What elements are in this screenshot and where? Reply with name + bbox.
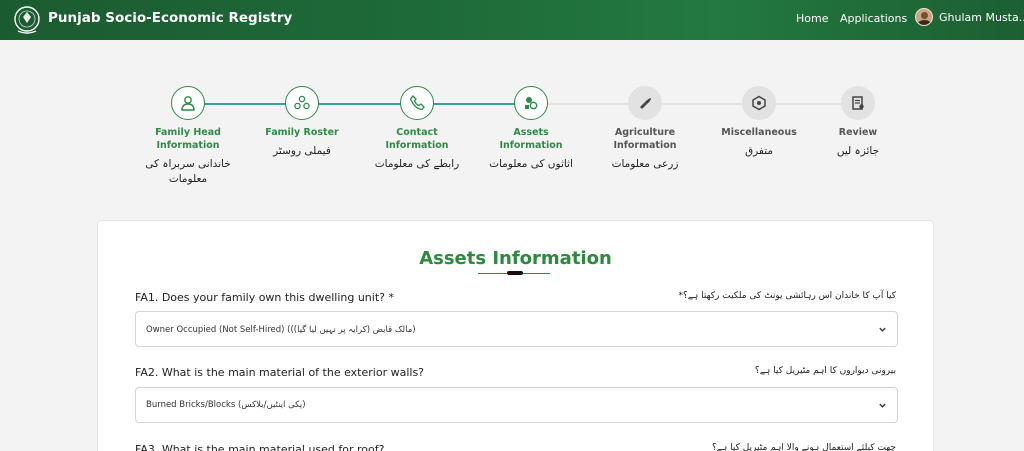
user-menu[interactable]: Ghulam Musta... xyxy=(915,8,1024,26)
question-fa3-urdu-label: چھت کیلئے استعمال ہونے والا اہم مٹیریل ک… xyxy=(711,443,896,451)
step-review[interactable]: Review جائزہ لیں xyxy=(798,86,918,159)
punjab-logo-icon[interactable] xyxy=(10,4,44,36)
question-fa3-label: FA3. What is the main material used for … xyxy=(135,443,385,451)
chevron-down-icon xyxy=(879,403,886,408)
step-label-urdu: رابطے کی معلومات xyxy=(374,158,460,170)
miscellaneous-icon xyxy=(752,95,766,111)
question-fa2-urdu-label: بیرونی دیواروں کا اہم مٹیریل کیا ہے؟ xyxy=(754,366,896,376)
step-family-head[interactable]: Family Head Information خاندانی سربراہ ک… xyxy=(128,86,248,187)
step-label: Review xyxy=(838,127,878,138)
step-label-urdu: زرعی معلومات xyxy=(611,158,679,170)
step-label: Contact Information xyxy=(385,127,449,151)
top-header: Punjab Socio-Economic Registry Home Appl… xyxy=(0,0,1024,40)
family-head-icon xyxy=(181,96,195,111)
form-title: Assets Information xyxy=(419,248,612,269)
title-underline-mark xyxy=(507,271,523,275)
step-label-urdu: اثاثوں کی معلومات xyxy=(489,158,573,170)
nav-applications-link[interactable]: Applications xyxy=(840,12,907,25)
user-name: Ghulam Musta... xyxy=(939,10,1024,24)
step-agriculture-information[interactable]: Agriculture Information زرعی معلومات xyxy=(585,86,705,172)
chevron-down-icon xyxy=(879,327,886,332)
nav-home-link[interactable]: Home xyxy=(796,12,828,25)
step-circle xyxy=(285,86,319,120)
agriculture-icon xyxy=(640,98,651,109)
step-contact-information[interactable]: Contact Information رابطے کی معلومات xyxy=(357,86,477,172)
fa1-dwelling-ownership-select[interactable]: Owner Occupied (Not Self-Hired) ((مالک ق… xyxy=(135,311,898,347)
select-value: Burned Bricks/Blocks (پکی اینٹیں/بلاکس) xyxy=(146,400,306,410)
phone-icon xyxy=(409,95,425,111)
step-label-urdu: خاندانی سربراہ کی معلومات xyxy=(145,158,231,185)
family-roster-icon xyxy=(294,95,310,110)
step-circle xyxy=(400,86,434,120)
question-fa1-label: FA1. Does your family own this dwelling … xyxy=(135,291,394,304)
assets-form-card: Assets Information FA1. Does your family… xyxy=(97,220,934,451)
progress-stepper: Family Head Information خاندانی سربراہ ک… xyxy=(0,86,1024,196)
step-circle xyxy=(742,86,776,120)
question-fa2-label: FA2. What is the main material of the ex… xyxy=(135,366,425,379)
question-fa1-urdu-label: کیا آپ کا خاندان اس رہائشی یونٹ کی ملکیت… xyxy=(678,291,896,301)
step-label: Family Head Information xyxy=(155,127,221,151)
assets-icon xyxy=(525,97,538,110)
avatar xyxy=(915,8,933,26)
fa2-exterior-walls-select[interactable]: Burned Bricks/Blocks (پکی اینٹیں/بلاکس) xyxy=(135,387,898,423)
step-label-urdu: فیملی روسٹر xyxy=(273,145,331,157)
step-circle xyxy=(514,86,548,120)
step-label: Agriculture Information xyxy=(613,127,677,151)
step-label: Assets Information xyxy=(499,127,563,151)
select-value: Owner Occupied (Not Self-Hired) ((مالک ق… xyxy=(146,324,416,335)
step-assets-information[interactable]: Assets Information اثاثوں کی معلومات xyxy=(471,86,591,172)
review-icon xyxy=(852,96,864,110)
step-circle xyxy=(628,86,662,120)
step-label-urdu: جائزہ لیں xyxy=(836,145,880,157)
step-family-roster[interactable]: Family Roster فیملی روسٹر xyxy=(242,86,362,159)
step-circle xyxy=(171,86,205,120)
step-circle xyxy=(841,86,875,120)
step-label: Family Roster xyxy=(265,127,339,138)
app-title: Punjab Socio-Economic Registry xyxy=(48,10,293,26)
